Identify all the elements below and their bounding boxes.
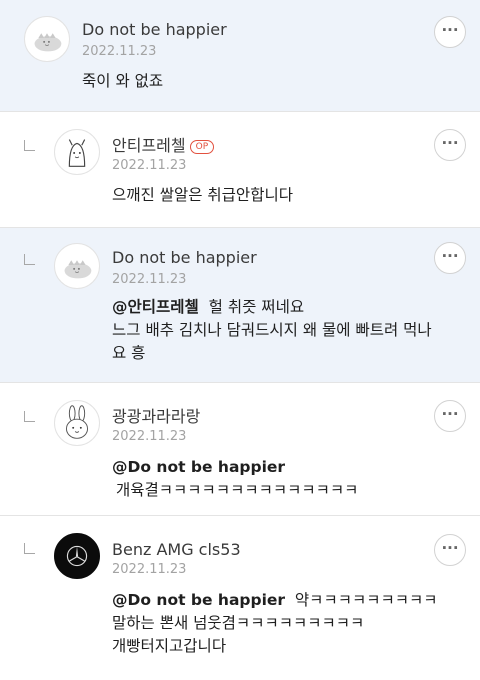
- comment-author[interactable]: 안티프레첼 OP: [112, 132, 215, 156]
- bunny-avatar-icon: [66, 405, 88, 439]
- comment-date: 2022.11.23: [112, 429, 187, 444]
- reply-indicator-icon: [24, 543, 35, 554]
- more-options-button[interactable]: ···: [434, 242, 466, 274]
- avatar[interactable]: [24, 16, 70, 62]
- more-options-button[interactable]: ···: [434, 129, 466, 161]
- mention-link[interactable]: @Do not be happier: [112, 591, 285, 609]
- comment-date: 2022.11.23: [112, 562, 187, 577]
- reply-indicator-icon: [24, 411, 35, 422]
- comment-text: @Do not be happier 개육결ㅋㅋㅋㅋㅋㅋㅋㅋㅋㅋㅋㅋㅋㅋ: [112, 456, 462, 502]
- comment-text: @Do not be happier 약ㅋㅋㅋㅋㅋㅋㅋㅋㅋ 말하는 뽄새 넘웃겸…: [112, 589, 462, 658]
- comment-line: 말하는 뽄새 넘웃겸ㅋㅋㅋㅋㅋㅋㅋㅋㅋ: [112, 614, 365, 632]
- more-options-button[interactable]: ···: [434, 534, 466, 566]
- avatar[interactable]: [54, 129, 100, 175]
- comment-text: 죽이 와 없죠: [82, 72, 164, 90]
- comment-line: 개빵터지고갑니다: [112, 637, 227, 655]
- reply-indicator-icon: [24, 254, 35, 265]
- author-name: 안티프레첼: [112, 136, 186, 155]
- comment-author[interactable]: Do not be happier: [82, 20, 227, 39]
- avatar[interactable]: [54, 243, 100, 289]
- comment-author[interactable]: 광광과라라랑: [112, 403, 200, 427]
- comment-date: 2022.11.23: [112, 158, 187, 173]
- reply-indicator-icon: [24, 140, 35, 151]
- comment-author[interactable]: Benz AMG cls53: [112, 540, 241, 559]
- comment-reply-item: 광광과라라랑 2022.11.23 ··· @Do not be happier…: [0, 383, 480, 516]
- dino-avatar-icon: [64, 260, 92, 279]
- comment-line: 헐 취즛 쩌네요: [208, 298, 305, 316]
- mention-link[interactable]: @Do not be happier: [112, 456, 462, 479]
- comment-line: 약ㅋㅋㅋㅋㅋㅋㅋㅋㅋ: [294, 591, 438, 609]
- more-options-button[interactable]: ···: [434, 16, 466, 48]
- mention-link[interactable]: @안티프레첼: [112, 298, 199, 316]
- comment-line: 개육결ㅋㅋㅋㅋㅋㅋㅋㅋㅋㅋㅋㅋㅋㅋ: [116, 481, 359, 499]
- comment-text: 으깨진 쌀알은 취급안합니다: [112, 186, 293, 204]
- comment-author[interactable]: Do not be happier: [112, 248, 257, 267]
- comment-reply-item: Do not be happier 2022.11.23 ··· @안티프레첼 …: [0, 228, 480, 383]
- character-avatar-icon: [68, 139, 86, 167]
- mercedes-logo-icon: [66, 545, 88, 567]
- comment-reply-item: Benz AMG cls53 2022.11.23 ··· @Do not be…: [0, 516, 480, 680]
- comment-date: 2022.11.23: [82, 44, 157, 59]
- comment-line: 요 흥: [112, 344, 146, 362]
- avatar[interactable]: [54, 533, 100, 579]
- more-options-button[interactable]: ···: [434, 400, 466, 432]
- dino-avatar-icon: [34, 33, 62, 52]
- comment-date: 2022.11.23: [112, 272, 187, 287]
- comment-reply-item: 안티프레첼 OP 2022.11.23 ··· 으깨진 쌀알은 취급안합니다: [0, 112, 480, 228]
- comment-item: Do not be happier 2022.11.23 ··· 죽이 와 없죠: [0, 0, 480, 112]
- op-badge: OP: [189, 140, 215, 154]
- comment-text: @안티프레첼 헐 취즛 쩌네요 느그 배추 김치나 담궈드시지 왜 물에 빠트려…: [112, 296, 462, 365]
- comment-line: 느그 배추 김치나 담궈드시지 왜 물에 빠트려 먹나: [112, 321, 432, 339]
- avatar[interactable]: [54, 400, 100, 446]
